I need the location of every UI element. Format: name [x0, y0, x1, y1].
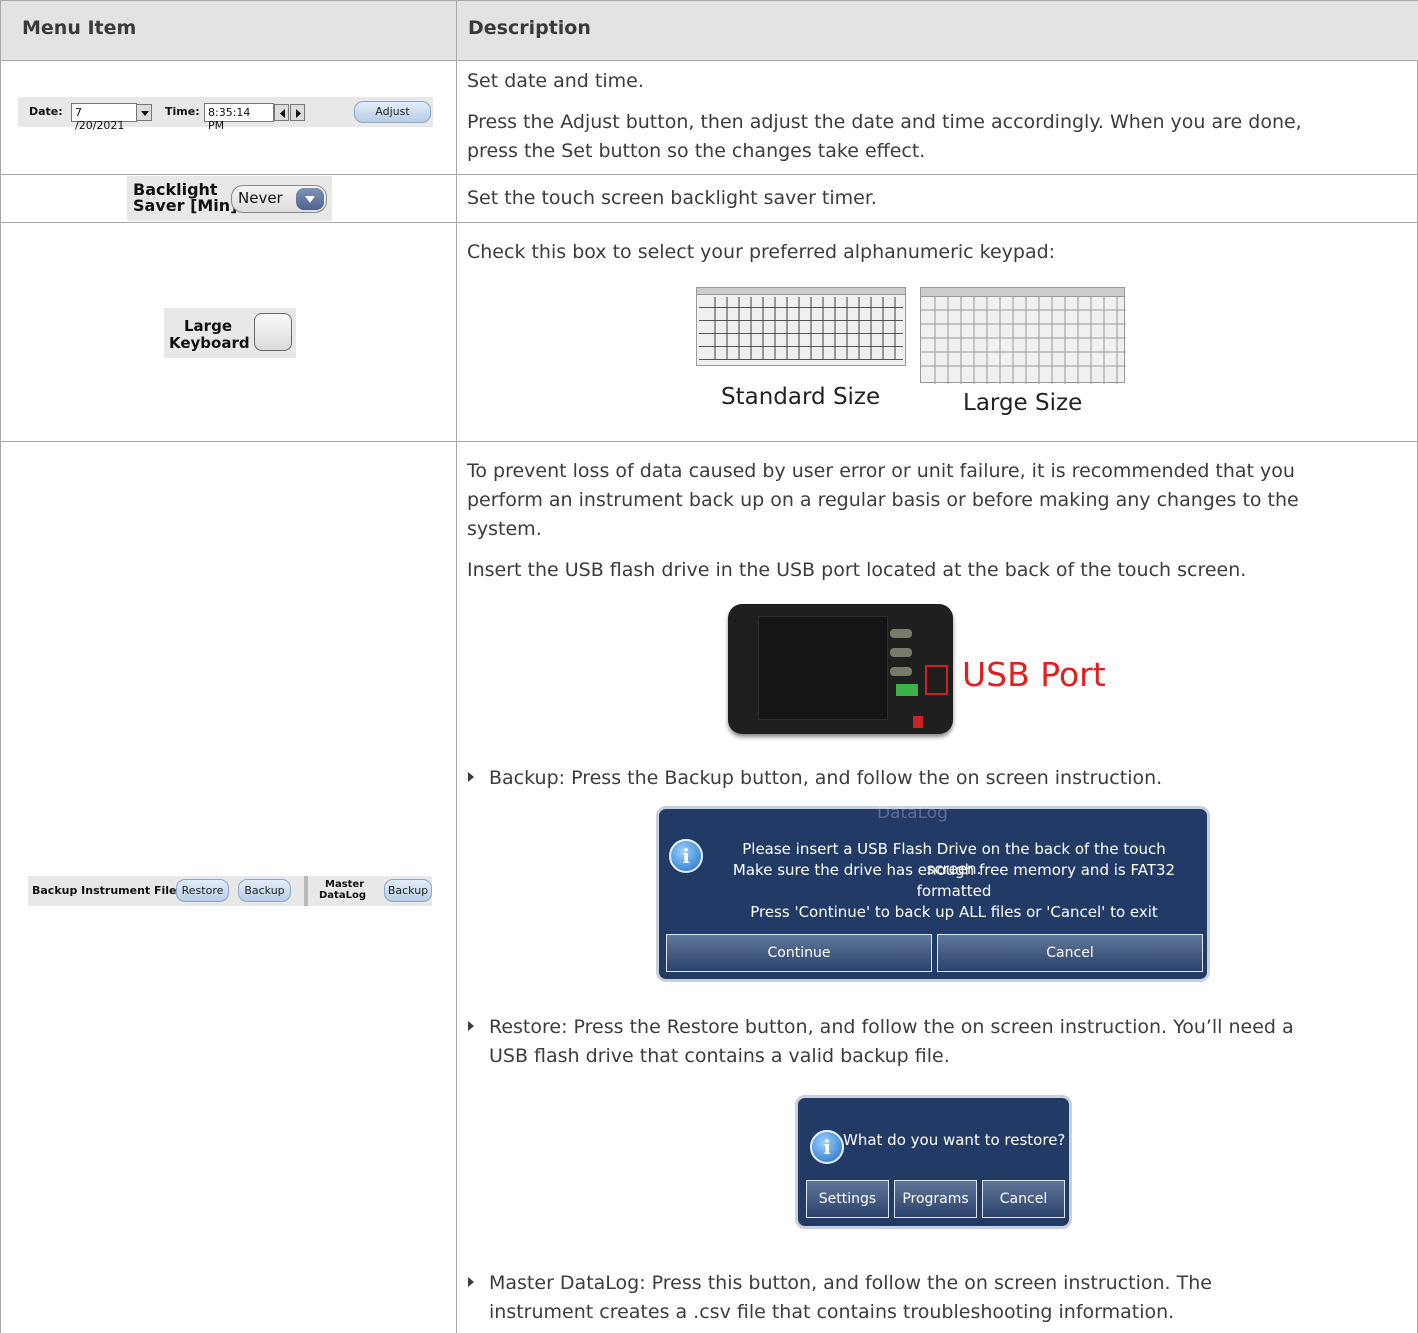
settings-button[interactable]: Settings [806, 1180, 889, 1218]
backlight-saver-value: Never [238, 189, 283, 207]
datetime-description-2b: press the Set button so the changes take… [467, 140, 926, 162]
keyboard-description: Check this box to select your preferred … [467, 241, 1056, 263]
master-datalog-label-line2: DataLog [319, 890, 366, 901]
backup-paragraph-1c: system. [467, 518, 542, 540]
separator [304, 876, 308, 906]
serial-port [890, 648, 912, 657]
column-divider [456, 0, 457, 1333]
backup-dialog: DataLog i Please insert a USB Flash Driv… [656, 803, 1210, 982]
terminal-block [896, 684, 918, 696]
continue-button[interactable]: Continue [666, 934, 932, 972]
cancel-button[interactable]: Cancel [937, 934, 1203, 972]
dialog-message-line3: formatted [916, 882, 992, 900]
usb-port-label: USB Port [962, 655, 1106, 694]
restore-button[interactable]: Restore [176, 879, 229, 902]
backlight-widget: Backlight Saver [Min]: Never [127, 176, 332, 221]
info-icon: i [810, 1130, 844, 1164]
chevron-right-icon [296, 109, 301, 118]
backup-files-label: Backup Instrument Files: [32, 884, 188, 897]
bullet-backup-text: Backup: Press the Backup button, and fol… [489, 767, 1163, 789]
row-divider [1, 174, 1418, 175]
large-keyboard-checkbox[interactable] [254, 313, 292, 351]
header-description: Description [468, 17, 591, 39]
bullet-master-text-2: instrument creates a .csv file that cont… [489, 1301, 1175, 1323]
backup-paragraph-1b: perform an instrument back up on a regul… [467, 489, 1299, 511]
backup-paragraph-1a: To prevent loss of data caused by user e… [467, 460, 1295, 482]
backup-button[interactable]: Backup [238, 879, 291, 902]
header-menu-item: Menu Item [22, 17, 137, 39]
table-header: Menu Item Description [1, 0, 1418, 60]
row-divider [1, 222, 1418, 223]
restore-question: What do you want to restore? [843, 1131, 1066, 1149]
power-connector [913, 716, 923, 728]
chevron-left-icon [280, 109, 285, 118]
row-divider [1, 60, 1418, 61]
backup-paragraph-2: Insert the USB flash drive in the USB po… [467, 559, 1247, 581]
bullet-restore-text-2: USB flash drive that contains a valid ba… [489, 1045, 950, 1067]
chevron-down-icon [305, 196, 315, 203]
restore-cancel-button[interactable]: Cancel [982, 1180, 1065, 1218]
restore-dialog: i What do you want to restore? Settings … [795, 1095, 1072, 1229]
triangle-bullet-icon [468, 772, 474, 782]
datetime-widget: Date: 7 /20/2021 Time: 8:35:14 PM Adjust [18, 97, 433, 132]
time-decrement-button[interactable] [274, 104, 289, 121]
master-datalog-backup-button[interactable]: Backup [384, 879, 432, 902]
large-size-caption: Large Size [963, 390, 1083, 416]
bullet-restore-text-1: Restore: Press the Restore button, and f… [489, 1016, 1294, 1038]
triangle-bullet-icon [468, 1021, 474, 1031]
date-field[interactable]: 7 /20/2021 [71, 103, 137, 132]
keyboard-keys-graphic [921, 297, 1126, 384]
large-keyboard-widget: Large Keyboard [164, 308, 296, 358]
master-datalog-label-line1: Master [325, 879, 365, 890]
large-keyboard-label-line1: Large [184, 317, 232, 335]
serial-port [890, 629, 912, 638]
backlight-description: Set the touch screen backlight saver tim… [467, 187, 877, 209]
backup-widget: Backup Instrument Files: Restore Backup … [28, 876, 432, 906]
row-divider [1, 0, 1418, 1]
dropdown-button[interactable] [296, 188, 324, 210]
device-panel [758, 616, 888, 720]
touchscreen-back-image [728, 604, 953, 734]
time-field[interactable]: 8:35:14 PM [204, 103, 274, 132]
large-keyboard-label-line2: Keyboard [169, 334, 250, 352]
standard-keyboard-image [696, 287, 906, 366]
datetime-description-2a: Press the Adjust button, then adjust the… [467, 111, 1302, 133]
serial-port [890, 667, 912, 676]
triangle-bullet-icon [468, 1277, 474, 1287]
time-increment-button[interactable] [290, 104, 305, 121]
dialog-message-line2: Make sure the drive has enough free memo… [732, 861, 1176, 879]
dialog-message-line4: Press 'Continue' to back up ALL files or… [750, 903, 1158, 921]
backlight-label-line2: Saver [Min]: [133, 196, 244, 215]
date-label: Date: [29, 105, 63, 118]
background-ghost-text: DataLog [877, 803, 948, 823]
standard-size-caption: Standard Size [721, 384, 881, 410]
backlight-saver-select[interactable]: Never [231, 185, 327, 213]
large-keyboard-image [920, 287, 1126, 384]
time-label: Time: [165, 105, 200, 118]
date-dropdown-button[interactable] [136, 104, 152, 121]
adjust-button[interactable]: Adjust [354, 101, 431, 123]
row-divider [1, 441, 1418, 442]
programs-button[interactable]: Programs [894, 1180, 977, 1218]
bullet-master-text-1: Master DataLog: Press this button, and f… [489, 1272, 1212, 1294]
usb-port-highlight [925, 665, 948, 695]
keyboard-keys-graphic [714, 297, 896, 360]
datetime-description-1: Set date and time. [467, 70, 644, 92]
info-icon: i [669, 839, 703, 873]
chevron-down-icon [141, 111, 149, 116]
